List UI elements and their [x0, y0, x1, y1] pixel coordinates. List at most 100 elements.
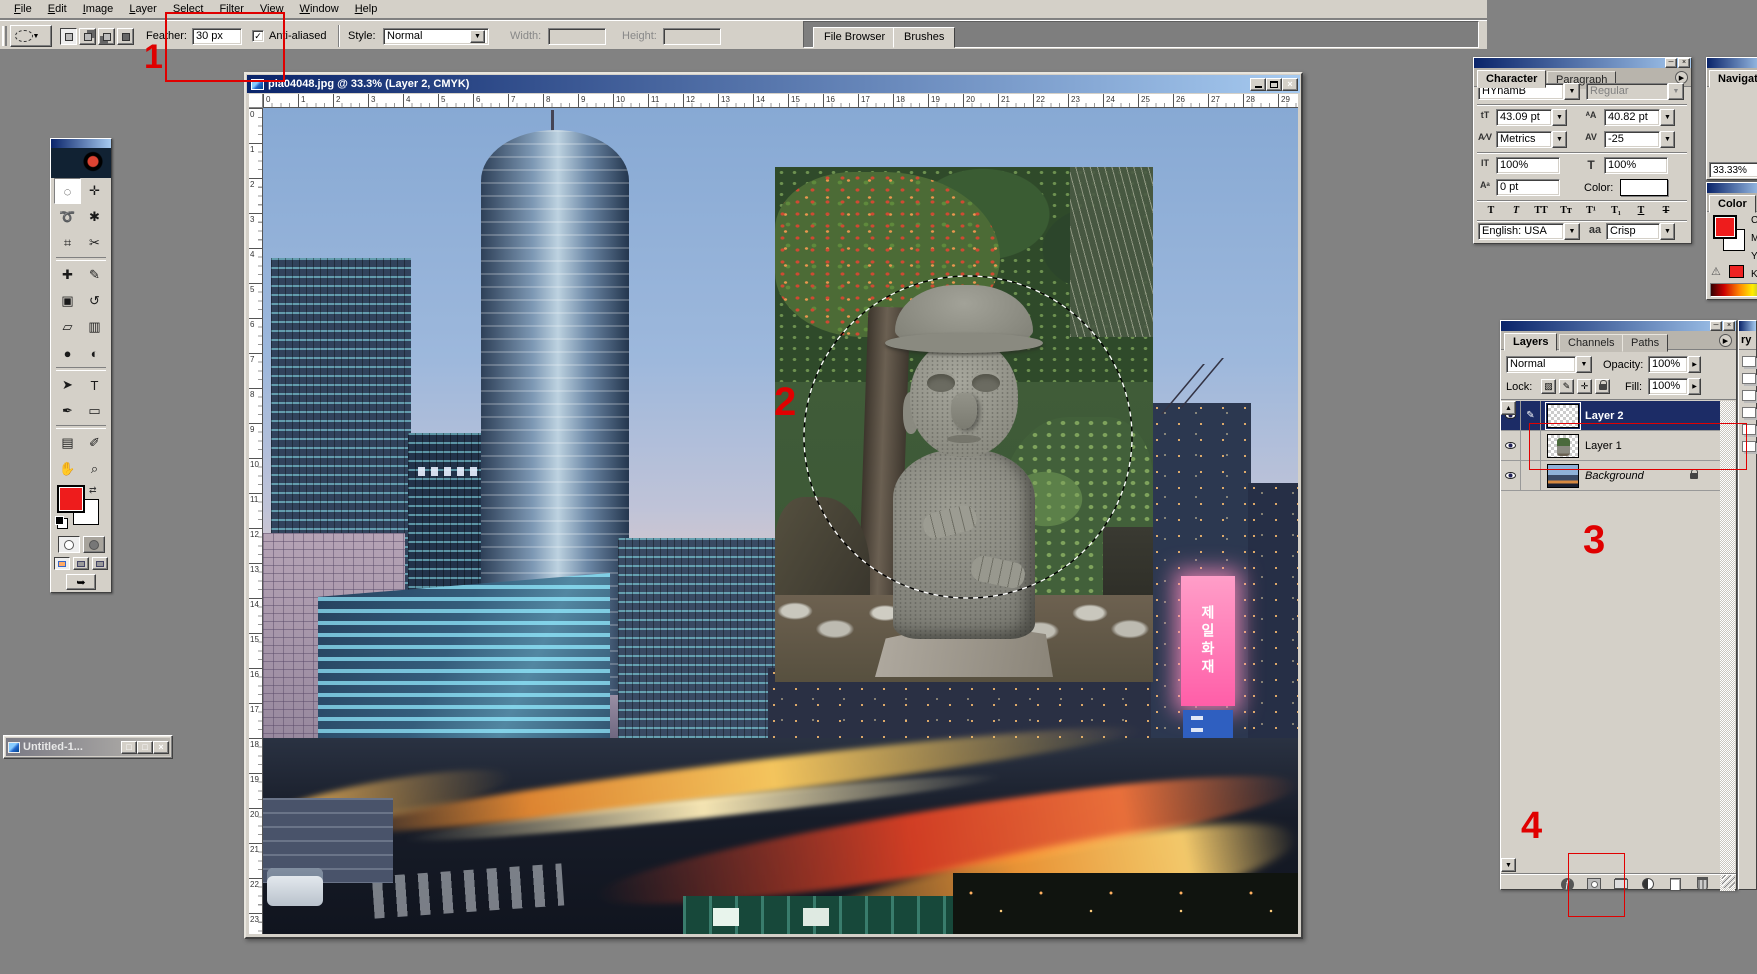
font-size-input[interactable]: 43.09 pt	[1496, 109, 1552, 126]
toolbox-title-bar[interactable]	[51, 139, 111, 148]
selection-mode-intersect[interactable]	[117, 28, 134, 45]
history-state-icon[interactable]	[1742, 390, 1756, 401]
foreground-swatch[interactable]	[1713, 215, 1737, 239]
faux-bold-button[interactable]: T	[1480, 203, 1502, 218]
maximize-button[interactable]: □	[137, 741, 153, 754]
opacity-input[interactable]: 100%	[1648, 356, 1688, 373]
hand-tool[interactable]: ✋	[54, 456, 81, 482]
minimize-button[interactable]	[1250, 78, 1266, 91]
ruler-origin[interactable]	[249, 94, 263, 108]
selection-mode-add[interactable]	[79, 28, 96, 45]
font-style-dropdown[interactable]: Regular	[1586, 83, 1668, 100]
move-tool[interactable]: ✛	[81, 178, 108, 204]
menu-window[interactable]: Window	[292, 1, 347, 17]
superscript-button[interactable]: T¹	[1580, 203, 1602, 218]
history-brush-tool[interactable]: ↺	[81, 288, 108, 314]
vertical-scale-input[interactable]: 100%	[1496, 157, 1560, 174]
elliptical-marquee-tool[interactable]: ◌	[54, 178, 81, 204]
palette-menu-button[interactable]: ▶	[1719, 334, 1732, 347]
vertical-ruler[interactable]: 01234567891011121314151617181920212223	[249, 108, 263, 934]
jump-to-imageready-button[interactable]: ➥	[66, 574, 96, 590]
type-tool[interactable]: T	[81, 372, 108, 398]
horizontal-ruler[interactable]: 0123456789101112131415161718192021222324…	[263, 94, 1298, 108]
restore-button[interactable]: □	[121, 741, 137, 754]
chevron-down-icon[interactable]: ▼	[1552, 131, 1567, 148]
tab-file-browser[interactable]: File Browser	[813, 27, 896, 48]
magic-wand-tool[interactable]: ✱	[81, 204, 108, 230]
standard-screen-button[interactable]	[54, 557, 70, 570]
blur-tool[interactable]: ●	[54, 340, 81, 366]
brush-tool[interactable]: ✎	[81, 262, 108, 288]
resize-grip[interactable]	[1722, 875, 1735, 888]
fill-input[interactable]: 100%	[1648, 378, 1688, 395]
menu-layer[interactable]: Layer	[121, 1, 165, 17]
visibility-toggle[interactable]	[1501, 431, 1521, 461]
lock-paint-button[interactable]: ✎	[1559, 379, 1574, 394]
tab-paths[interactable]: Paths	[1622, 334, 1668, 352]
chevron-down-icon[interactable]: ▼	[1576, 356, 1592, 373]
fullscreen-menubar-button[interactable]	[73, 557, 89, 570]
leading-input[interactable]: 40.82 pt	[1604, 109, 1660, 126]
history-state-icon[interactable]	[1742, 373, 1756, 384]
menu-file[interactable]: File	[6, 1, 40, 17]
underline-button[interactable]: T	[1630, 203, 1652, 218]
history-state-icon[interactable]	[1742, 356, 1756, 367]
blend-mode-dropdown[interactable]: Normal	[1506, 356, 1576, 373]
style-dropdown[interactable]: Normal ▼	[383, 28, 489, 45]
zoom-tool[interactable]: ⌕	[81, 456, 108, 482]
menu-edit[interactable]: Edit	[40, 1, 75, 17]
foreground-color-swatch[interactable]	[57, 485, 85, 513]
subscript-button[interactable]: T₁	[1605, 203, 1627, 218]
opacity-spinner[interactable]: ▶	[1688, 356, 1701, 373]
dodge-tool[interactable]: ◐	[81, 340, 108, 366]
eraser-tool[interactable]: ▱	[54, 314, 81, 340]
history-state-icon[interactable]	[1742, 407, 1756, 418]
maximize-button[interactable]	[1266, 78, 1282, 91]
document-title-bar[interactable]: pla04048.jpg @ 33.3% (Layer 2, CMYK) ×	[247, 75, 1300, 93]
options-bar-grip[interactable]	[2, 26, 7, 46]
chevron-down-icon[interactable]: ▼	[1660, 223, 1675, 240]
fill-spinner[interactable]: ▶	[1688, 378, 1701, 395]
slice-tool[interactable]: ✂	[81, 230, 108, 256]
baseline-shift-input[interactable]: 0 pt	[1496, 179, 1560, 196]
anti-alias-dropdown[interactable]: Crisp	[1606, 223, 1660, 240]
minimize-icon[interactable]: ─	[1665, 58, 1677, 68]
height-input[interactable]	[663, 28, 721, 45]
layers-scrollbar[interactable]	[1720, 401, 1735, 891]
fullscreen-button[interactable]	[92, 557, 108, 570]
tracking-input[interactable]: -25	[1604, 131, 1660, 148]
close-icon[interactable]: ×	[1723, 321, 1735, 331]
shape-tool[interactable]: ▭	[81, 398, 108, 424]
layer-name[interactable]: Layer 2	[1585, 410, 1624, 422]
close-button[interactable]: ×	[153, 741, 169, 754]
default-colors-icon[interactable]	[55, 516, 64, 525]
gamut-color-swatch[interactable]	[1729, 265, 1744, 278]
tab-character[interactable]: Character	[1477, 70, 1546, 88]
close-button[interactable]: ×	[1282, 78, 1298, 91]
text-color-swatch[interactable]	[1620, 179, 1668, 196]
adjustment-layer-button[interactable]	[1640, 877, 1656, 891]
pen-tool[interactable]: ✒	[54, 398, 81, 424]
lock-move-button[interactable]: ✛	[1577, 379, 1592, 394]
path-selection-tool[interactable]: ➤	[54, 372, 81, 398]
visibility-toggle[interactable]	[1501, 461, 1521, 491]
layer-name[interactable]: Background	[1585, 470, 1690, 482]
scroll-up-button[interactable]: ▲	[1501, 401, 1516, 415]
horizontal-scale-input[interactable]: 100%	[1604, 157, 1668, 174]
tool-preset-picker[interactable]: ▼	[10, 25, 52, 47]
tab-channels[interactable]: Channels	[1559, 334, 1623, 352]
tab-layers[interactable]: Layers	[1504, 333, 1557, 351]
lock-transparency-button[interactable]: ▨	[1541, 379, 1556, 394]
tab-history-fragment[interactable]: ry	[1739, 331, 1756, 350]
tab-color[interactable]: Color	[1709, 195, 1756, 213]
close-icon[interactable]: ×	[1678, 58, 1690, 68]
language-dropdown[interactable]: English: USA	[1478, 223, 1564, 240]
tab-brushes[interactable]: Brushes	[893, 27, 955, 48]
width-input[interactable]	[548, 28, 606, 45]
lock-all-button[interactable]	[1595, 379, 1610, 394]
selection-mode-new[interactable]	[60, 28, 77, 45]
chevron-down-icon[interactable]: ▼	[1552, 109, 1567, 126]
notes-tool[interactable]: ▤	[54, 430, 81, 456]
quick-mask-button[interactable]	[83, 536, 105, 553]
lasso-tool[interactable]: ➰	[54, 204, 81, 230]
